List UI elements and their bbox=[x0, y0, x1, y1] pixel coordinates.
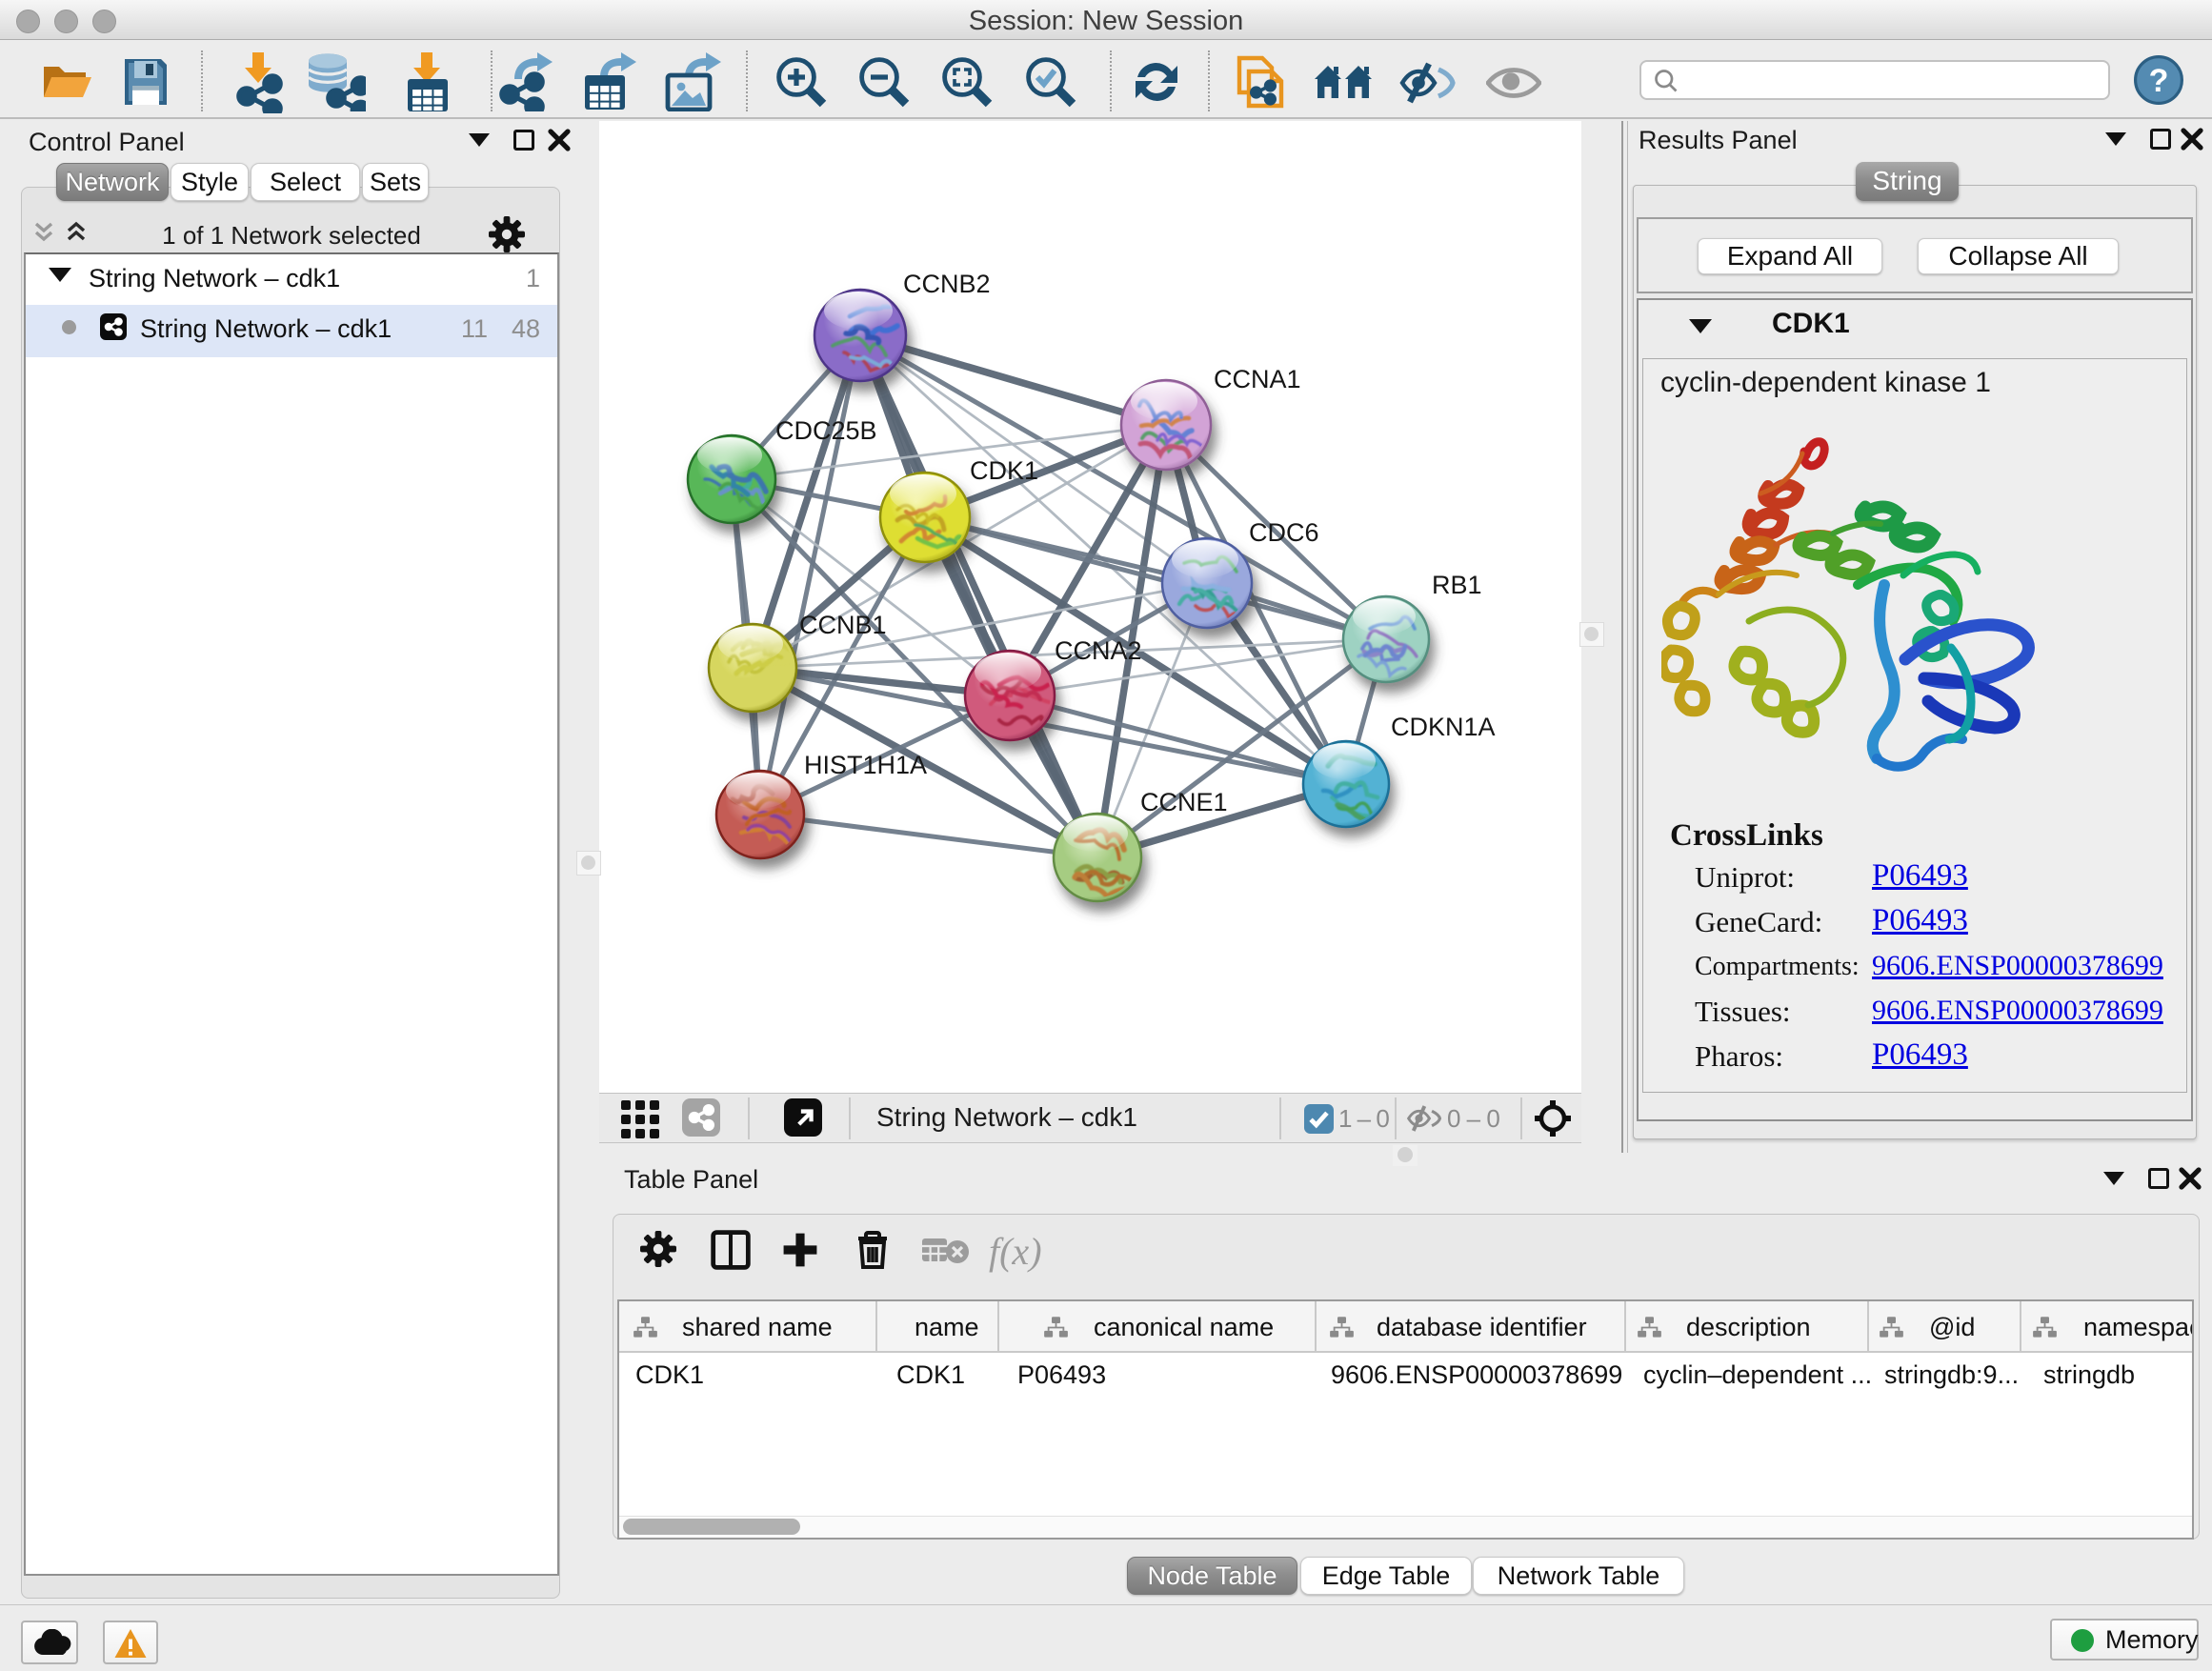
svg-text:CDKN1A: CDKN1A bbox=[1391, 713, 1496, 741]
svg-text:RB1: RB1 bbox=[1432, 571, 1482, 599]
svg-text:CCNB1: CCNB1 bbox=[799, 611, 887, 639]
svg-text:HIST1H1A: HIST1H1A bbox=[804, 751, 927, 779]
svg-text:CCNB2: CCNB2 bbox=[903, 270, 991, 298]
svg-text:CCNA1: CCNA1 bbox=[1214, 365, 1301, 393]
svg-text:CDC6: CDC6 bbox=[1249, 518, 1319, 547]
svg-text:CCNA2: CCNA2 bbox=[1055, 636, 1142, 665]
svg-text:?: ? bbox=[2149, 63, 2169, 99]
svg-text:CCNE1: CCNE1 bbox=[1140, 788, 1228, 816]
svg-text:CDC25B: CDC25B bbox=[775, 416, 877, 445]
svg-text:CDK1: CDK1 bbox=[970, 456, 1038, 485]
